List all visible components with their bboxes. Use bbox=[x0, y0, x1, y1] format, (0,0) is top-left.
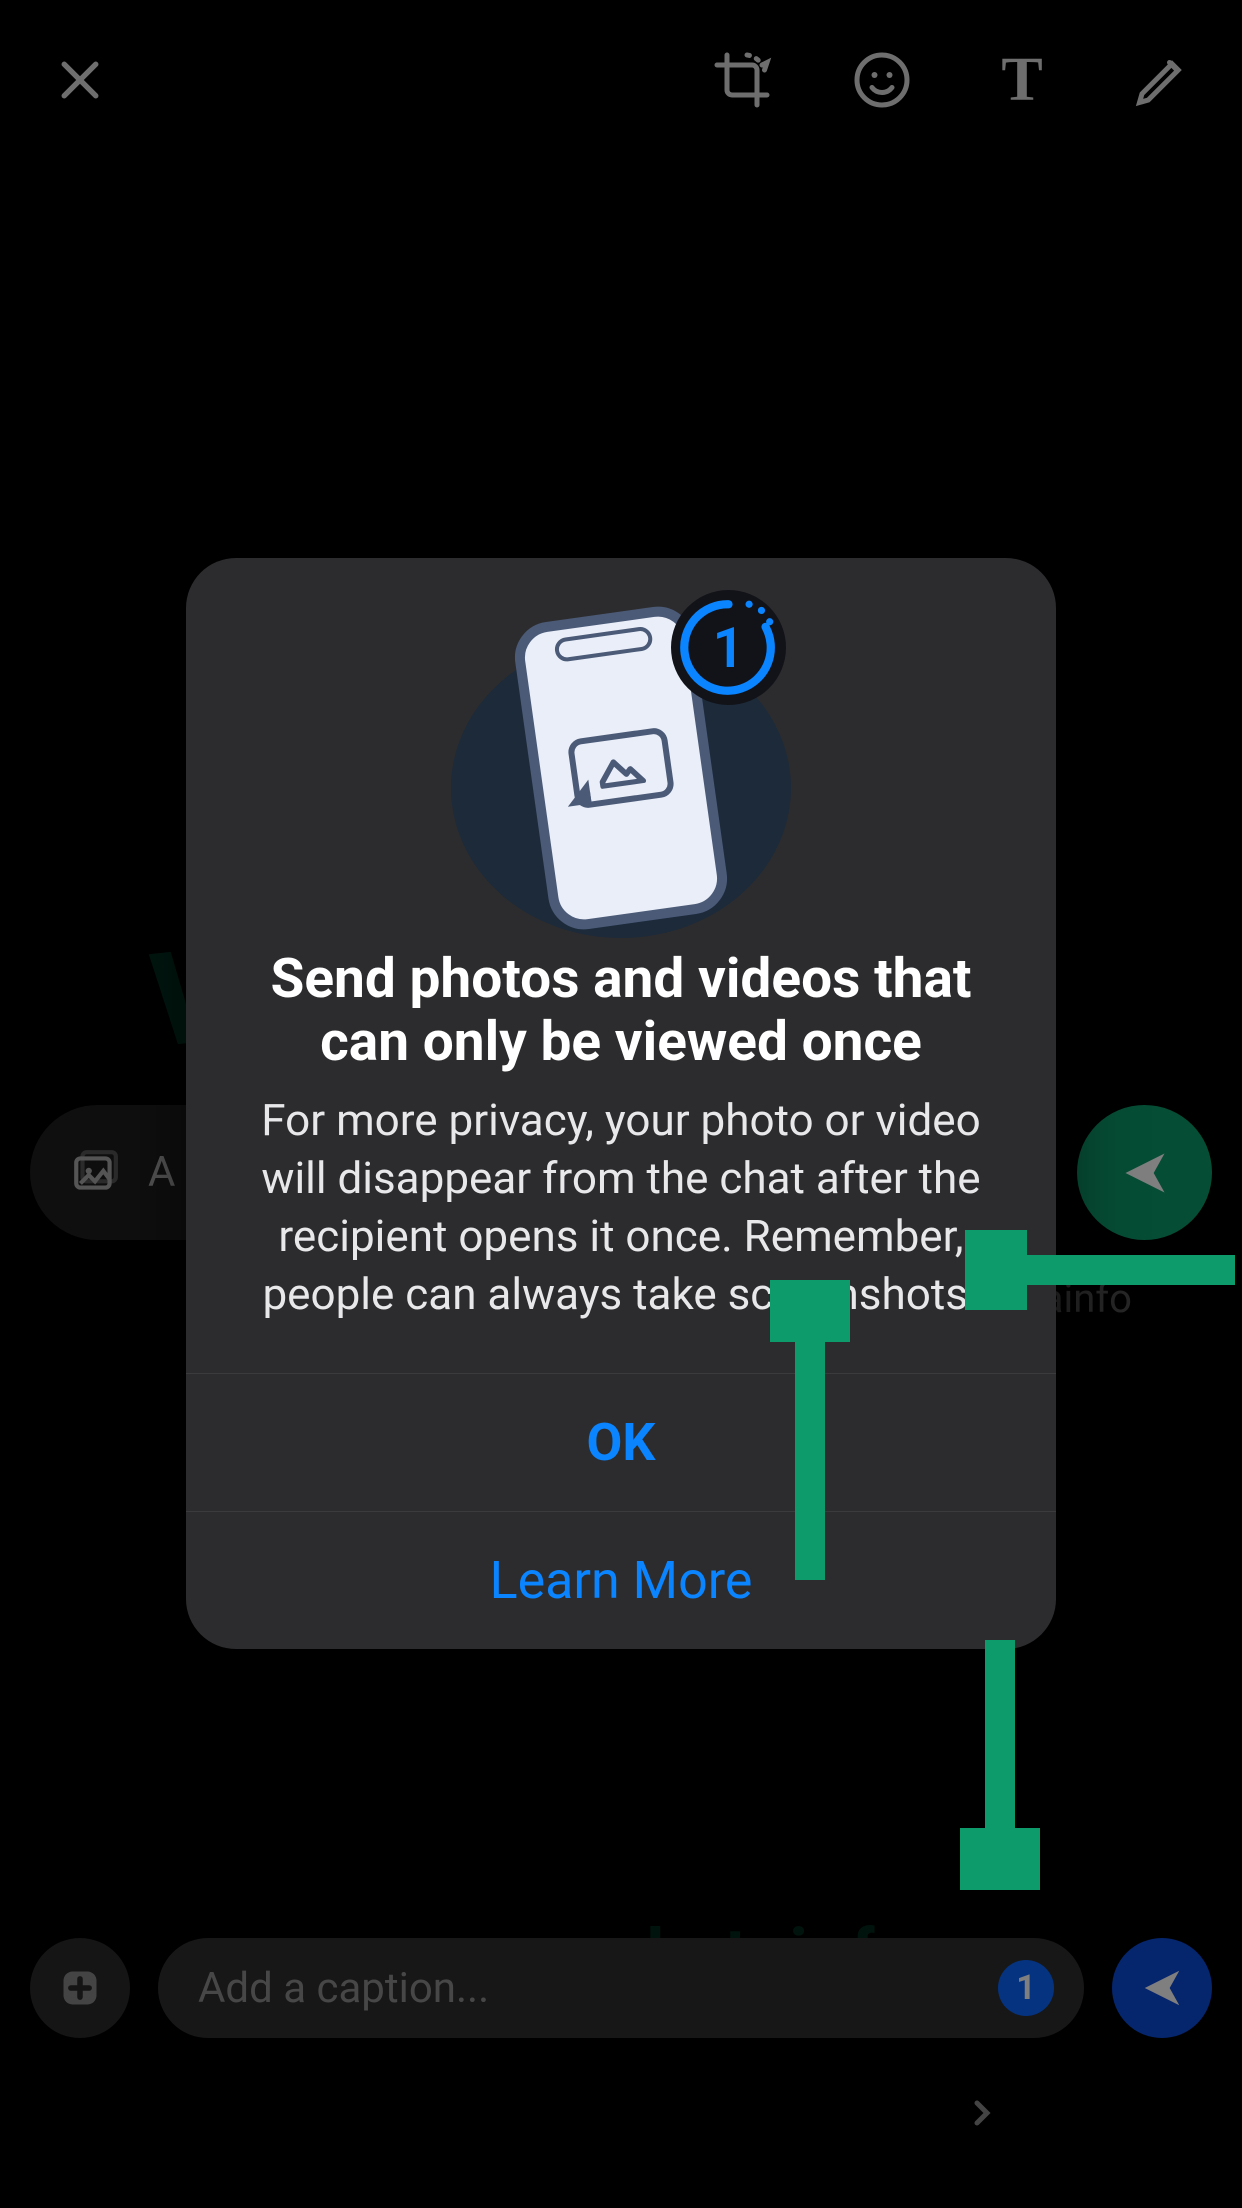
crop-rotate-icon bbox=[712, 49, 772, 111]
toolbar-right-group: T bbox=[712, 50, 1192, 110]
preview-caption-placeholder: A bbox=[148, 1148, 175, 1197]
caption-placeholder: Add a caption... bbox=[198, 1964, 489, 2013]
modal-body-text: For more privacy, your photo or video wi… bbox=[186, 1091, 1056, 1373]
view-once-modal: 1 Send photos and videos that can only b… bbox=[186, 558, 1056, 1649]
view-once-illustration-icon: 1 bbox=[671, 590, 786, 705]
view-once-badge[interactable]: 1 bbox=[998, 1960, 1054, 2016]
modal-overlay: 1 Send photos and videos that can only b… bbox=[0, 0, 1242, 2208]
expand-chevron[interactable] bbox=[30, 2093, 1212, 2133]
send-button[interactable] bbox=[1112, 1938, 1212, 2038]
emoji-button[interactable] bbox=[852, 50, 912, 110]
chevron-right-icon bbox=[962, 2093, 1002, 2133]
draw-button[interactable] bbox=[1132, 50, 1192, 110]
plus-icon bbox=[58, 1966, 102, 2010]
editor-top-toolbar: T bbox=[0, 0, 1242, 160]
modal-ok-button[interactable]: OK bbox=[186, 1373, 1056, 1511]
close-button[interactable] bbox=[50, 50, 110, 110]
modal-title: Send photos and videos that can only be … bbox=[186, 938, 1056, 1091]
add-media-button[interactable] bbox=[30, 1938, 130, 2038]
modal-illustration: 1 bbox=[431, 598, 811, 928]
crop-rotate-button[interactable] bbox=[712, 50, 772, 110]
pencil-icon bbox=[1132, 50, 1192, 110]
caption-input[interactable]: Add a caption... 1 bbox=[158, 1938, 1084, 2038]
send-icon bbox=[1119, 1147, 1171, 1199]
gallery-icon bbox=[70, 1148, 120, 1198]
annotation-arrow-down bbox=[960, 1630, 1040, 1890]
send-icon bbox=[1139, 1965, 1185, 2011]
modal-learn-more-button[interactable]: Learn More bbox=[186, 1511, 1056, 1649]
preview-send-button[interactable] bbox=[1077, 1105, 1212, 1240]
close-icon bbox=[53, 53, 107, 107]
smiley-icon bbox=[852, 49, 912, 111]
text-button[interactable]: T bbox=[992, 50, 1052, 110]
caption-row: Add a caption... 1 bbox=[30, 1938, 1212, 2038]
